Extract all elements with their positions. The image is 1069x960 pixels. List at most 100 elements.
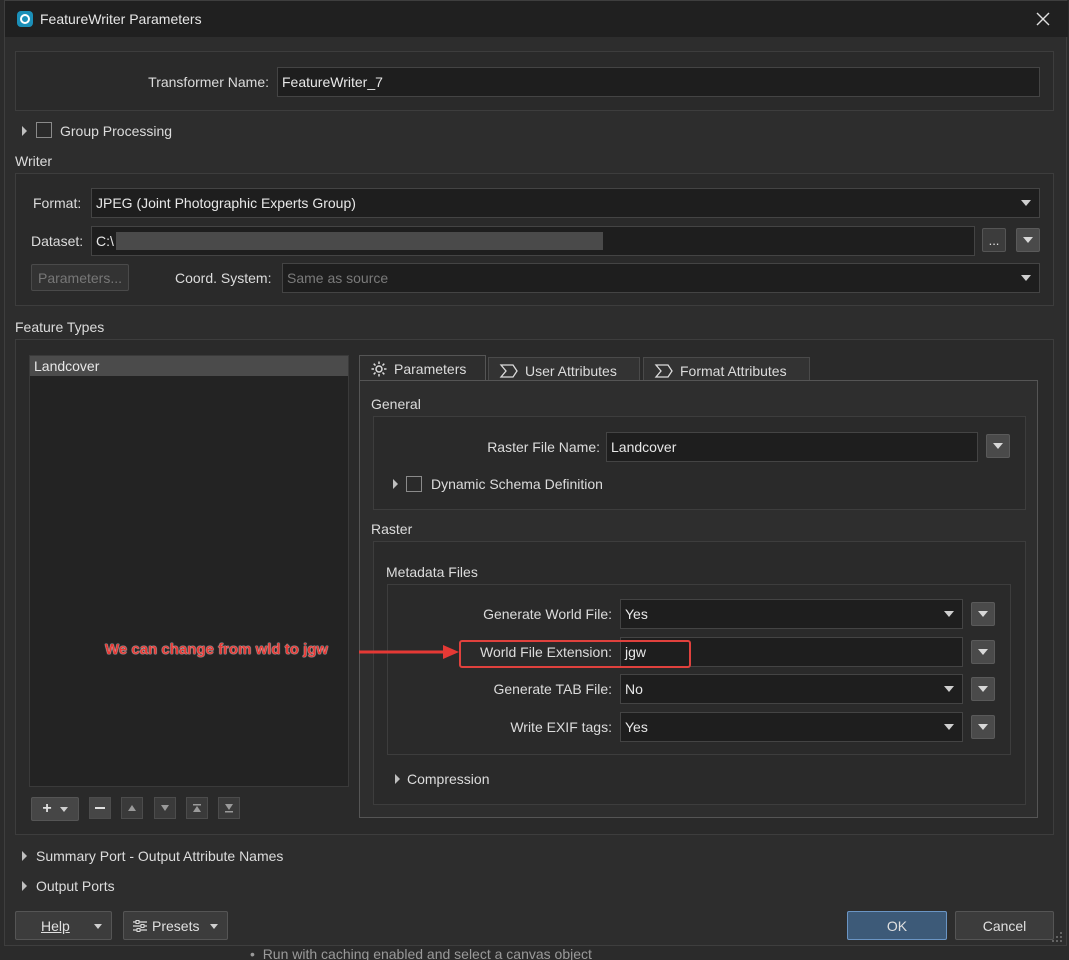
chevron-down-icon (1021, 200, 1031, 206)
chevron-down-icon (1023, 237, 1033, 243)
tab-format-attributes-label: Format Attributes (680, 362, 787, 379)
summary-port-label: Summary Port - Output Attribute Names (36, 848, 284, 864)
compression-label: Compression (407, 771, 490, 787)
format-select[interactable]: JPEG (Joint Photographic Experts Group) (91, 188, 1040, 218)
dataset-input[interactable]: C:\ (91, 226, 975, 256)
tab-parameters[interactable]: Parameters (359, 355, 486, 381)
feature-types-list[interactable]: Landcover (29, 355, 349, 787)
dialog-window: FeatureWriter Parameters Transformer Nam… (4, 0, 1068, 946)
list-item[interactable]: Landcover (30, 356, 348, 376)
move-down-button[interactable] (154, 797, 176, 819)
chevron-down-icon (978, 686, 988, 692)
coord-system-select[interactable]: Same as source (282, 263, 1040, 293)
general-section-label: General (371, 396, 421, 412)
dynamic-schema-label: Dynamic Schema Definition (431, 476, 603, 492)
cancel-button-label: Cancel (982, 917, 1027, 934)
background-text-content: Run with caching enabled and select a ca… (262, 946, 592, 960)
help-button[interactable]: Help (15, 911, 112, 940)
arrow-up-icon (128, 805, 136, 811)
move-bottom-button[interactable] (218, 797, 240, 819)
close-button[interactable] (1029, 7, 1057, 31)
arrow-down-icon (161, 805, 169, 811)
window-title: FeatureWriter Parameters (40, 11, 202, 27)
chevron-down-icon (94, 924, 102, 929)
dynamic-schema-checkbox[interactable] (406, 476, 422, 492)
add-feature-type-button[interactable]: + (31, 797, 79, 821)
chevron-down-icon (978, 611, 988, 617)
metadata-files-label: Metadata Files (386, 564, 478, 580)
general-group (373, 416, 1026, 510)
ok-button[interactable]: OK (847, 911, 947, 940)
output-ports-label: Output Ports (36, 878, 115, 894)
annotation-text: We can change from wld to jgw (105, 641, 329, 658)
write-exif-tags-select[interactable]: Yes (620, 712, 963, 742)
add-icon: + (42, 800, 52, 817)
generate-tab-file-menu-button[interactable] (971, 677, 995, 701)
transformer-name-input[interactable]: FeatureWriter_7 (277, 67, 1040, 97)
group-processing-checkbox[interactable] (36, 122, 52, 138)
raster-file-name-menu-button[interactable] (986, 434, 1010, 458)
close-icon (1036, 12, 1050, 26)
chevron-down-icon (944, 724, 954, 730)
raster-section-label: Raster (371, 521, 413, 537)
move-up-button[interactable] (121, 797, 143, 819)
remove-feature-type-button[interactable] (89, 797, 111, 819)
format-label: Format: (33, 195, 82, 211)
annotation-arrow-icon (359, 645, 459, 659)
generate-tab-file-label: Generate TAB File: (493, 681, 612, 697)
generate-world-file-label: Generate World File: (483, 606, 612, 622)
dataset-redacted-path (115, 232, 603, 250)
ok-button-label: OK (886, 917, 908, 934)
world-file-extension-menu-button[interactable] (971, 640, 995, 664)
generate-world-file-select[interactable]: Yes (620, 599, 963, 629)
chevron-down-icon (944, 686, 954, 692)
list-item-label: Landcover (34, 358, 100, 374)
chevron-down-icon (944, 611, 954, 617)
help-button-label: Help (41, 917, 70, 934)
presets-button-label: Presets (152, 917, 200, 934)
dataset-label: Dataset: (31, 233, 84, 249)
generate-tab-file-select[interactable]: No (620, 674, 963, 704)
chevron-down-icon (210, 924, 218, 929)
presets-button[interactable]: Presets (123, 911, 228, 940)
sigma-icon (654, 363, 673, 378)
raster-file-name-input[interactable]: Landcover (606, 432, 978, 462)
write-exif-tags-menu-button[interactable] (971, 715, 995, 739)
chevron-down-icon (1021, 275, 1031, 281)
transformer-name-label: Transformer Name: (148, 74, 269, 90)
resize-grip-icon[interactable] (1051, 931, 1063, 943)
background-bullet: • (250, 946, 263, 960)
coord-system-value: Same as source (287, 270, 389, 286)
chevron-down-icon (978, 649, 988, 655)
write-exif-tags-value: Yes (625, 719, 648, 735)
output-ports-expander-icon[interactable] (22, 881, 27, 891)
dynamic-schema-expander-icon[interactable] (393, 479, 398, 489)
writer-section-label: Writer (15, 153, 53, 169)
dataset-value: C:\ (96, 233, 114, 249)
chevron-down-icon (978, 724, 988, 730)
dataset-browse-button[interactable]: ... (982, 228, 1006, 252)
coord-system-label: Coord. System: (175, 270, 272, 286)
cancel-button[interactable]: Cancel (955, 911, 1054, 940)
feature-types-section-label: Feature Types (15, 319, 105, 335)
raster-file-name-label: Raster File Name: (487, 439, 600, 455)
chevron-down-icon (59, 806, 68, 812)
summary-port-expander-icon[interactable] (22, 851, 27, 861)
writer-parameters-button[interactable]: Parameters... (31, 264, 129, 291)
arrow-top-icon (193, 804, 201, 812)
compression-expander-icon[interactable] (395, 774, 400, 784)
format-value: JPEG (Joint Photographic Experts Group) (96, 195, 356, 211)
group-processing-label: Group Processing (60, 123, 173, 139)
writer-parameters-label: Parameters... (37, 269, 123, 286)
generate-world-file-menu-button[interactable] (971, 602, 995, 626)
arrow-bottom-icon (225, 804, 233, 813)
browse-label: ... (988, 232, 1000, 248)
tab-parameters-label: Parameters (394, 360, 467, 377)
sliders-icon (133, 919, 147, 932)
move-top-button[interactable] (186, 797, 208, 819)
minus-icon (95, 807, 105, 809)
group-processing-expander-icon[interactable] (22, 126, 27, 136)
sigma-icon (499, 363, 518, 378)
dataset-menu-button[interactable] (1016, 228, 1040, 252)
tab-user-attributes-label: User Attributes (525, 362, 617, 379)
